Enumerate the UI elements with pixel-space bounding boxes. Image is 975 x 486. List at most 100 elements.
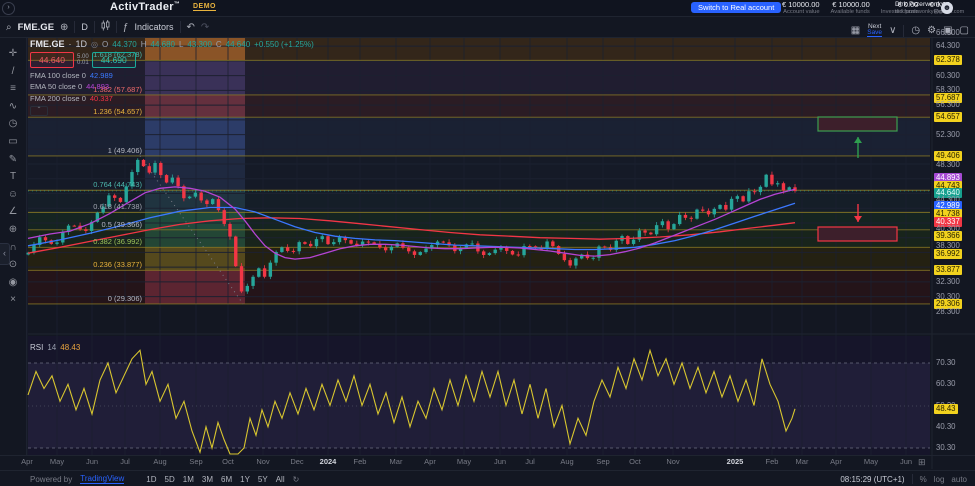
legend-interval-value: 1D xyxy=(76,39,88,49)
candle xyxy=(217,199,220,210)
candle xyxy=(171,178,174,183)
time-axis-label: Apr xyxy=(822,457,850,466)
price-axis-label: 60.300 xyxy=(934,71,962,81)
candle xyxy=(707,211,710,215)
time-axis-label: Nov xyxy=(659,457,687,466)
fib-label: 0.618 (41.738) xyxy=(58,203,142,211)
time-axis-label: 2025 xyxy=(721,457,749,466)
candle xyxy=(349,240,352,244)
indicator-row[interactable]: FMA 200 close 040.337 xyxy=(30,94,314,103)
indicator-row[interactable]: FMA 100 close 0 42.989 xyxy=(30,71,314,80)
ohlc-value: 44.640 xyxy=(226,40,250,49)
candle xyxy=(632,240,635,244)
candle xyxy=(159,163,162,175)
range-button-5d[interactable]: 5D xyxy=(165,475,175,484)
candle xyxy=(297,242,300,251)
candle xyxy=(603,246,606,247)
watchlist-panel-toggle[interactable]: ‹ xyxy=(0,243,10,265)
ohlc-values: O44.370H44.680L43.300C44.640 xyxy=(102,40,250,49)
indicator-name: FMA 200 close 0 xyxy=(30,94,86,103)
range-button-all[interactable]: All xyxy=(276,475,285,484)
price-axis[interactable]: 66.30064.30062.37860.30058.30057.68756.3… xyxy=(933,0,975,486)
price-axis-badge: 36.992 xyxy=(934,249,962,259)
candle xyxy=(188,197,191,199)
time-axis-label: May xyxy=(450,457,478,466)
candle xyxy=(695,210,698,219)
time-axis[interactable]: AprMayJunJulAugSepOctNovDec2024FebMarApr… xyxy=(0,456,932,469)
spread-value: 5.00 0.01 xyxy=(77,54,89,67)
price-axis-label: 56.300 xyxy=(934,100,962,110)
candle xyxy=(269,263,272,277)
candle xyxy=(251,277,254,286)
time-axis-label: Oct xyxy=(214,457,242,466)
sell-button[interactable]: 44.640 xyxy=(30,52,74,68)
indicator-value: 42.989 xyxy=(90,71,113,80)
candle xyxy=(136,160,139,172)
range-button-3m[interactable]: 3M xyxy=(202,475,213,484)
candle xyxy=(113,195,116,198)
candle xyxy=(280,247,283,252)
candle xyxy=(84,229,87,231)
price-axis-badge: 33.877 xyxy=(934,265,962,275)
fib-label: 0.5 (39.366) xyxy=(58,221,142,229)
ohlc-key: O xyxy=(102,40,108,49)
candle xyxy=(223,210,226,224)
candle xyxy=(736,196,739,199)
clock-label[interactable]: 08:15:29 (UTC+1) xyxy=(840,475,904,484)
zone-box[interactable] xyxy=(818,117,897,131)
candle xyxy=(718,205,721,209)
candle xyxy=(776,183,779,184)
candle xyxy=(211,199,214,204)
price-axis-label: 52.300 xyxy=(934,130,962,140)
time-axis-label: Aug xyxy=(553,457,581,466)
candle xyxy=(730,199,733,210)
percent-scale-button[interactable]: % xyxy=(920,475,927,484)
candle xyxy=(44,237,47,240)
buy-button[interactable]: 44.690 xyxy=(92,52,136,68)
candle xyxy=(574,258,577,265)
time-axis-label: Mar xyxy=(788,457,816,466)
rsi-axis-label: 60.30 xyxy=(934,379,958,389)
candle xyxy=(643,231,646,233)
candle xyxy=(119,198,122,202)
time-axis-label: Sep xyxy=(589,457,617,466)
rsi-value-badge: 48.43 xyxy=(934,404,958,414)
eye-icon[interactable]: ◎ xyxy=(91,40,98,49)
legend-symbol[interactable]: FME.GE xyxy=(30,39,65,49)
indicator-row[interactable]: EMA 50 close 044.893 xyxy=(30,82,314,91)
range-button-6m[interactable]: 6M xyxy=(221,475,232,484)
candle xyxy=(263,268,266,276)
range-button-1y[interactable]: 1Y xyxy=(240,475,250,484)
candle xyxy=(142,160,145,166)
legend-collapse-button[interactable]: ⌃ xyxy=(30,106,48,116)
candle xyxy=(424,249,427,252)
refresh-icon[interactable]: ↻ xyxy=(293,475,300,484)
range-button-1m[interactable]: 1M xyxy=(183,475,194,484)
zone-box[interactable] xyxy=(818,227,897,241)
candle xyxy=(568,260,571,265)
range-button-1d[interactable]: 1D xyxy=(146,475,156,484)
indicator-name: FMA 100 close 0 xyxy=(30,71,86,80)
candle xyxy=(690,218,693,219)
candle xyxy=(551,241,554,246)
candle xyxy=(153,163,156,173)
calendar-icon[interactable]: ⊞ xyxy=(918,457,926,468)
time-axis-label: Apr xyxy=(416,457,444,466)
range-button-5y[interactable]: 5Y xyxy=(258,475,268,484)
candle xyxy=(176,178,179,187)
price-axis-label: 48.300 xyxy=(934,160,962,170)
candle xyxy=(493,250,496,253)
candle xyxy=(482,251,485,255)
time-axis-label: Jun xyxy=(892,457,920,466)
candle xyxy=(747,191,750,201)
time-axis-label: Sep xyxy=(182,457,210,466)
fib-label: 0.236 (33.877) xyxy=(58,261,142,269)
time-axis-label: Feb xyxy=(758,457,786,466)
candle xyxy=(199,193,202,201)
candle xyxy=(713,209,716,214)
price-axis-badge: 54.657 xyxy=(934,112,962,122)
tradingview-link[interactable]: TradingView xyxy=(80,474,124,484)
candle xyxy=(753,191,756,192)
candle xyxy=(407,248,410,252)
rsi-legend: RSI 14 48.43 xyxy=(30,343,80,352)
